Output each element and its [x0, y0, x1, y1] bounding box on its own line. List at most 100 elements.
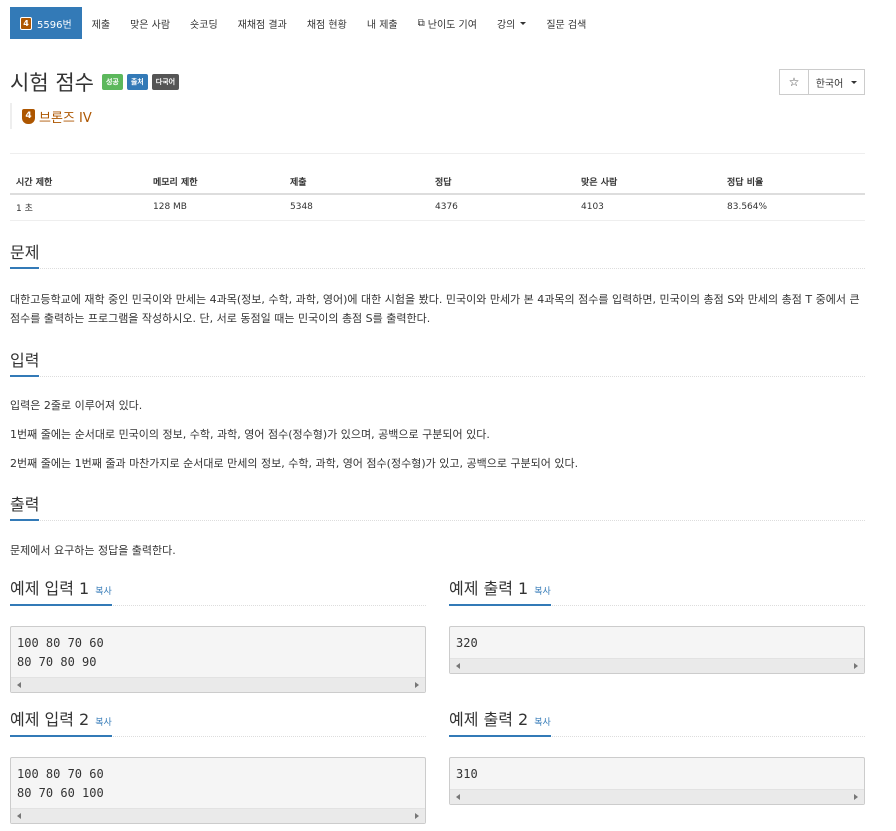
value-accept-ratio: 83.564%	[721, 194, 865, 221]
horizontal-scrollbar[interactable]	[450, 658, 864, 673]
table-row: 1 초 128 MB 5348 4376 4103 83.564%	[10, 194, 865, 221]
section-title-problem: 문제	[10, 243, 40, 269]
header-accepted: 정답	[429, 170, 575, 195]
scroll-right-icon[interactable]	[854, 794, 858, 800]
sample-text[interactable]: 100 80 70 60 80 70 60 100	[11, 758, 425, 803]
section-title-input: 입력	[10, 351, 40, 377]
value-memory-limit: 128 MB	[147, 194, 284, 221]
input-line: 2번째 줄에는 1번째 줄과 마찬가지로 순서대로 만세의 정보, 수학, 과학…	[10, 457, 579, 470]
label-multilingual: 다국어	[151, 74, 180, 90]
scroll-left-icon[interactable]	[17, 813, 21, 819]
nav-problem-number: 5596번	[37, 19, 72, 31]
horizontal-scrollbar[interactable]	[11, 808, 425, 823]
scroll-left-icon[interactable]	[17, 682, 21, 688]
sample-box: 310	[449, 757, 865, 805]
sample-input-2: 예제 입력 2 복사 100 80 70 60 80 70 60 100	[10, 709, 426, 824]
value-accepted: 4376	[429, 194, 575, 221]
problem-nav: 4 5596번 제출 맞은 사람 숏코딩 재채점 결과 채점 현황 내 제출 ⧉…	[10, 7, 596, 39]
output-section: 출력 문제에서 요구하는 정답을 출력한다.	[10, 495, 865, 560]
nav-difficulty-contribute[interactable]: ⧉ 난이도 기여	[408, 7, 487, 39]
section-header: 예제 입력 1 복사	[10, 578, 426, 606]
tier-name: 브론즈 IV	[39, 110, 92, 126]
section-title-output: 출력	[10, 495, 40, 521]
title-actions: ☆ 한국어	[779, 69, 865, 95]
nav-accepted-users[interactable]: 맞은 사람	[120, 7, 180, 39]
sample-output-2: 예제 출력 2 복사 310	[449, 709, 865, 805]
page-title: 시험 점수	[10, 71, 94, 95]
sample-title: 예제 출력 1 복사	[449, 578, 551, 606]
scroll-left-icon[interactable]	[456, 794, 460, 800]
nav-submit[interactable]: 제출	[82, 7, 120, 39]
header-accept-ratio: 정답 비율	[721, 170, 865, 195]
header-submissions: 제출	[284, 170, 429, 195]
nav-lectures-label: 강의	[496, 19, 516, 31]
scroll-right-icon[interactable]	[415, 813, 419, 819]
sample-title-text: 예제 입력 1	[10, 579, 90, 598]
sample-title: 예제 출력 2 복사	[449, 709, 551, 737]
value-time-limit: 1 초	[10, 194, 147, 221]
input-description: 입력은 2줄로 이루어져 있다. 1번째 줄에는 순서대로 민국이의 정보, 수…	[10, 396, 865, 473]
section-header: 입력	[10, 351, 865, 377]
sample-box: 320	[449, 626, 865, 674]
horizontal-scrollbar[interactable]	[450, 789, 864, 804]
section-header: 예제 출력 2 복사	[449, 709, 865, 737]
sample-title-text: 예제 출력 2	[449, 710, 529, 729]
language-dropdown[interactable]: 한국어	[809, 69, 865, 95]
value-solved-users: 4103	[575, 194, 721, 221]
sample-box: 100 80 70 60 80 70 60 100	[10, 757, 426, 824]
sample-text[interactable]: 310	[450, 758, 864, 784]
nav-status[interactable]: 채점 현황	[297, 7, 357, 39]
title-row: 시험 점수 성공 출처 다국어	[10, 67, 180, 97]
sample-title-text: 예제 출력 1	[449, 579, 529, 598]
sample-output-1: 예제 출력 1 복사 320	[449, 578, 865, 674]
output-text: 문제에서 요구하는 정답을 출력한다.	[10, 544, 176, 557]
nav-lectures[interactable]: 강의	[487, 7, 536, 39]
horizontal-scrollbar[interactable]	[11, 677, 425, 692]
nav-problem-tab[interactable]: 4 5596번	[10, 7, 82, 39]
table-header-row: 시간 제한 메모리 제한 제출 정답 맞은 사람 정답 비율	[10, 170, 865, 195]
input-line: 1번째 줄에는 순서대로 민국이의 정보, 수학, 과학, 영어 점수(정수형)…	[10, 428, 490, 441]
section-header: 예제 입력 2 복사	[10, 709, 426, 737]
label-source[interactable]: 출처	[126, 74, 148, 90]
external-link-icon: ⧉	[417, 17, 425, 29]
copy-button[interactable]: 복사	[534, 718, 551, 728]
copy-button[interactable]: 복사	[95, 587, 112, 597]
sample-title: 예제 입력 2 복사	[10, 709, 112, 737]
sample-title-text: 예제 입력 2	[10, 710, 90, 729]
copy-button[interactable]: 복사	[534, 587, 551, 597]
sample-text[interactable]: 100 80 70 60 80 70 80 90	[11, 627, 425, 672]
nav-rejudge-result[interactable]: 재채점 결과	[228, 7, 297, 39]
input-section: 입력 입력은 2줄로 이루어져 있다. 1번째 줄에는 순서대로 민국이의 정보…	[10, 351, 865, 473]
input-line: 입력은 2줄로 이루어져 있다.	[10, 399, 143, 412]
nav-difficulty-label: 난이도 기여	[427, 19, 477, 31]
nav-my-submissions[interactable]: 내 제출	[357, 7, 408, 39]
section-header: 문제	[10, 243, 865, 269]
sample-box: 100 80 70 60 80 70 80 90	[10, 626, 426, 693]
section-header: 예제 출력 1 복사	[449, 578, 865, 606]
sample-text[interactable]: 320	[450, 627, 864, 653]
favorite-button[interactable]: ☆	[779, 69, 809, 95]
output-description: 문제에서 요구하는 정답을 출력한다.	[10, 541, 865, 560]
sample-input-1: 예제 입력 1 복사 100 80 70 60 80 70 80 90	[10, 578, 426, 693]
sample-title: 예제 입력 1 복사	[10, 578, 112, 606]
caret-down-icon	[520, 21, 527, 25]
problem-text: 대한고등학교에 재학 중인 민국이와 만세는 4과목(정보, 수학, 과학, 영…	[10, 293, 860, 325]
language-label: 한국어	[815, 78, 844, 90]
nav-question-search[interactable]: 질문 검색	[536, 7, 596, 39]
scroll-right-icon[interactable]	[854, 663, 858, 669]
tier-info[interactable]: 4 브론즈 IV	[10, 103, 92, 129]
tier-badge-icon: 4	[20, 16, 32, 30]
copy-button[interactable]: 복사	[95, 718, 112, 728]
header-memory-limit: 메모리 제한	[147, 170, 284, 195]
tier-shield-icon: 4	[22, 108, 35, 124]
scroll-left-icon[interactable]	[456, 663, 460, 669]
problem-description: 대한고등학교에 재학 중인 민국이와 만세는 4과목(정보, 수학, 과학, 영…	[10, 290, 865, 328]
value-submissions: 5348	[284, 194, 429, 221]
header-solved-users: 맞은 사람	[575, 170, 721, 195]
scroll-right-icon[interactable]	[415, 682, 419, 688]
divider	[10, 153, 865, 154]
nav-short-coding[interactable]: 숏코딩	[180, 7, 228, 39]
caret-down-icon	[851, 80, 858, 84]
header-time-limit: 시간 제한	[10, 170, 147, 195]
problem-info-table: 시간 제한 메모리 제한 제출 정답 맞은 사람 정답 비율 1 초 128 M…	[10, 170, 865, 221]
